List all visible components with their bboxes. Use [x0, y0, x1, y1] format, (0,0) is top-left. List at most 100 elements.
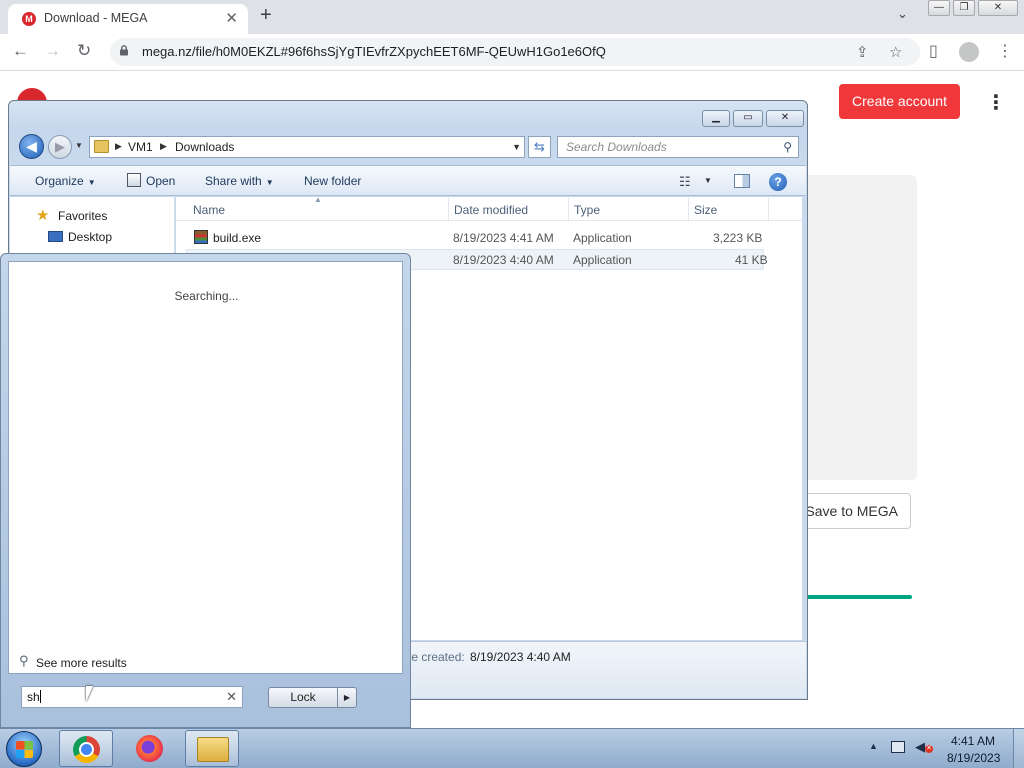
create-account-button[interactable]: Create account: [839, 84, 960, 119]
taskbar-firefox[interactable]: [122, 730, 176, 767]
explorer-back-icon[interactable]: ◀: [19, 134, 44, 159]
column-divider[interactable]: [768, 197, 769, 221]
search-placeholder: Search Downloads: [566, 140, 667, 154]
nav-desktop[interactable]: Desktop: [68, 230, 112, 244]
url-text: mega.nz/file/h0M0EKZL#96f6hsSjYgTIEvfrZX…: [142, 44, 606, 59]
network-icon[interactable]: [891, 741, 905, 753]
chrome-icon: [73, 736, 100, 763]
lock-button[interactable]: Lock: [268, 687, 338, 708]
clear-search-icon[interactable]: ✕: [226, 689, 237, 705]
file-date: 8/19/2023 4:40 AM: [453, 253, 554, 267]
search-results-panel: Searching... ⚲ See more results: [8, 261, 403, 674]
file-type: Application: [573, 231, 632, 245]
browser-menu-icon[interactable]: ⋮: [997, 41, 1013, 61]
folder-icon: [197, 737, 229, 762]
file-size: 3,223 KB: [713, 231, 763, 245]
file-row[interactable]: build.exe 8/19/2023 4:41 AM Application …: [186, 228, 764, 249]
address-dropdown-icon[interactable]: ▼: [512, 142, 521, 152]
bookmark-star-icon[interactable]: ☆: [889, 43, 902, 61]
sort-ascending-icon: ▲: [314, 195, 322, 204]
date-created-label: te created:: [408, 650, 465, 664]
share-icon[interactable]: ⇪: [856, 43, 869, 61]
show-hidden-icons[interactable]: ▲: [869, 741, 878, 751]
breadcrumb-arrow-icon[interactable]: ▶: [160, 141, 167, 152]
search-icon[interactable]: ⚲: [783, 140, 792, 154]
open-icon: [127, 173, 141, 187]
explorer-minimize-button[interactable]: ▁: [702, 110, 730, 127]
taskbar-chrome[interactable]: [59, 730, 113, 767]
column-name[interactable]: Name: [193, 203, 225, 217]
browser-tabstrip: M Download - MEGA ✕ + ⌄ — ❐ ✕: [0, 0, 1024, 34]
start-search-input[interactable]: sh ✕: [21, 686, 243, 708]
back-icon[interactable]: ←: [12, 41, 29, 61]
tab-search-icon[interactable]: ⌄: [897, 6, 908, 22]
application-file-icon: [194, 230, 208, 244]
browser-restore-button[interactable]: ❐: [953, 0, 975, 16]
date-created-value: 8/19/2023 4:40 AM: [470, 650, 571, 664]
tab-title: Download - MEGA: [44, 11, 148, 25]
column-type[interactable]: Type: [574, 203, 600, 217]
start-menu: Searching... ⚲ See more results sh ✕ Loc…: [0, 253, 411, 728]
preview-pane-icon[interactable]: [734, 174, 750, 188]
address-bar[interactable]: mega.nz/file/h0M0EKZL#96f6hsSjYgTIEvfrZX…: [110, 38, 920, 66]
save-to-mega-button[interactable]: Save to MEGA: [796, 493, 911, 529]
side-panel-icon[interactable]: ▯: [929, 41, 938, 61]
share-with-label: Share with: [205, 174, 262, 188]
explorer-maximize-button[interactable]: ▭: [733, 110, 763, 127]
download-progress-bar: [805, 595, 912, 599]
new-tab-button[interactable]: +: [260, 4, 272, 27]
lock-icon: [120, 45, 128, 56]
refresh-icon[interactable]: ⇆: [528, 136, 551, 158]
clock-time[interactable]: 4:41 AM: [951, 734, 995, 748]
explorer-search-input[interactable]: Search Downloads ⚲: [557, 136, 799, 158]
desktop-icon: [48, 231, 63, 242]
forward-icon[interactable]: →: [44, 41, 61, 61]
column-header-row: ▲ Name Date modified Type Size: [176, 195, 802, 221]
column-divider[interactable]: [448, 197, 449, 221]
command-bar: Organize ▼ Open Share with ▼ New folder ☷ …: [10, 165, 806, 196]
browser-minimize-button[interactable]: —: [928, 0, 950, 16]
change-view-icon[interactable]: ☷: [679, 174, 691, 190]
nav-favorites[interactable]: Favorites: [58, 209, 107, 223]
reload-icon[interactable]: ↻: [77, 41, 91, 61]
taskbar: ▲ ◀ ✕ 4:41 AM 8/19/2023: [0, 728, 1024, 768]
browser-tab[interactable]: M Download - MEGA ✕: [8, 4, 248, 34]
recent-pages-dropdown-icon[interactable]: ▼: [75, 141, 83, 150]
column-date-modified[interactable]: Date modified: [454, 203, 528, 217]
column-divider[interactable]: [688, 197, 689, 221]
profile-avatar[interactable]: [959, 42, 979, 62]
start-button[interactable]: [6, 731, 42, 767]
clock-date[interactable]: 8/19/2023: [947, 751, 1000, 765]
organize-button[interactable]: Organize ▼: [35, 174, 96, 188]
open-button[interactable]: Open: [146, 174, 175, 188]
windows-logo-icon: [16, 741, 33, 758]
breadcrumb-arrow-icon[interactable]: ▶: [115, 141, 122, 152]
muted-badge-icon: ✕: [925, 745, 933, 753]
tab-close-icon[interactable]: ✕: [225, 9, 238, 27]
searching-status: Searching...: [174, 289, 239, 303]
dropdown-arrow-icon: ▼: [265, 178, 274, 187]
column-size[interactable]: Size: [694, 203, 717, 217]
view-dropdown-icon[interactable]: ▼: [704, 176, 712, 185]
browser-close-button[interactable]: ✕: [978, 0, 1018, 16]
page-menu-icon[interactable]: ⋮: [986, 90, 1006, 115]
shutdown-options-arrow-icon[interactable]: ▶: [337, 687, 357, 708]
search-text: sh: [27, 690, 40, 704]
taskbar-explorer[interactable]: [185, 730, 239, 767]
show-desktop-button[interactable]: [1013, 729, 1024, 768]
text-caret: [39, 690, 41, 703]
volume-icon[interactable]: ◀: [915, 739, 925, 755]
explorer-close-button[interactable]: ✕: [766, 110, 804, 127]
column-divider[interactable]: [568, 197, 569, 221]
breadcrumb-downloads[interactable]: Downloads: [175, 140, 234, 154]
help-icon[interactable]: ?: [769, 173, 787, 191]
favorites-star-icon: ★: [36, 207, 50, 224]
share-with-button[interactable]: Share with ▼: [205, 174, 274, 188]
explorer-forward-icon[interactable]: ▶: [48, 135, 72, 159]
new-folder-button[interactable]: New folder: [304, 174, 361, 188]
mega-favicon-icon: M: [22, 12, 36, 26]
see-more-results-link[interactable]: See more results: [36, 656, 127, 670]
breadcrumb-vm1[interactable]: VM1: [128, 140, 153, 154]
start-search-value: sh: [27, 690, 41, 704]
explorer-address-bar[interactable]: ▶ VM1 ▶ Downloads ▼: [89, 136, 525, 158]
